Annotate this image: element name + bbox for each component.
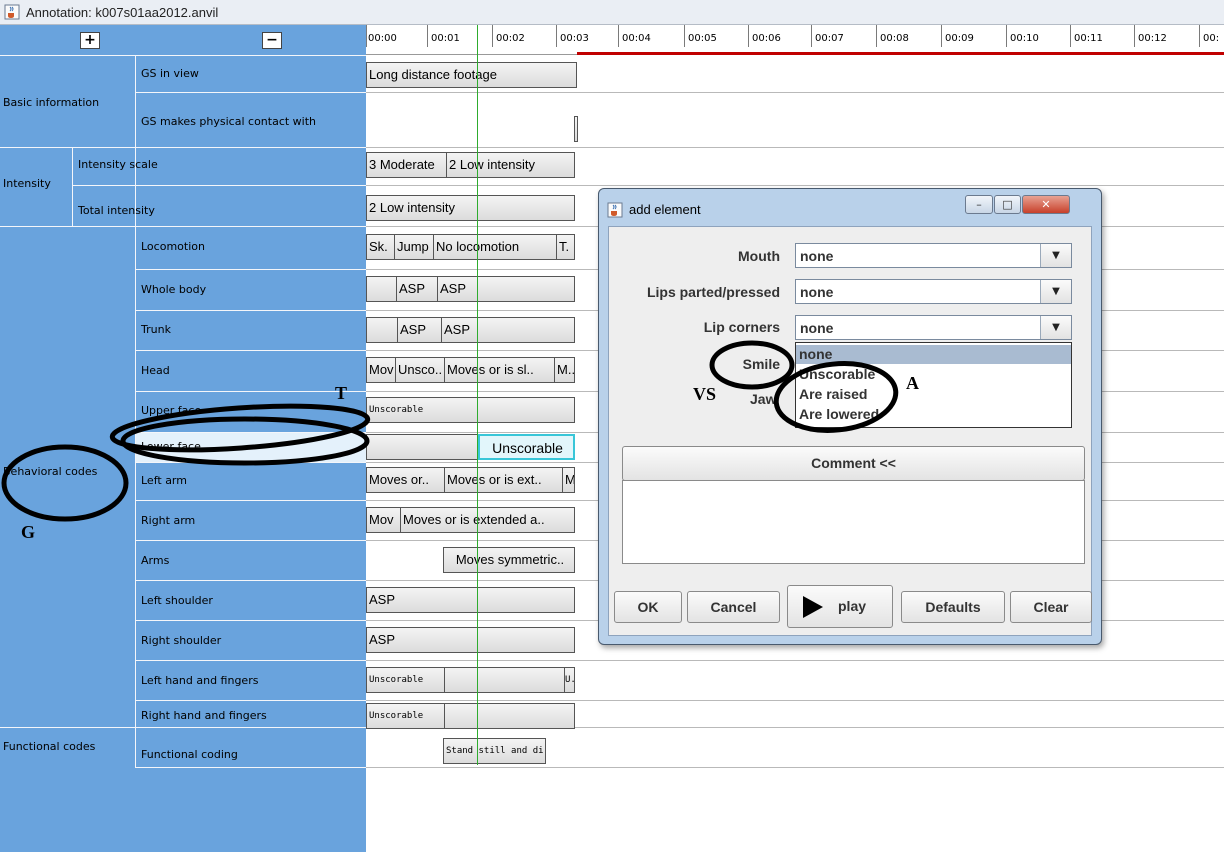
ellipse-lower-face-marker <box>120 416 370 466</box>
ellipse-smile-marker <box>709 340 795 390</box>
annotation-overlay <box>1 340 899 522</box>
annotation-g: G <box>21 522 36 542</box>
ellipse-behavioral-codes-marker <box>1 444 129 522</box>
annotation-a: A <box>906 373 919 393</box>
annotation-vs: VS <box>693 384 717 404</box>
annotation-t: T <box>335 383 348 403</box>
